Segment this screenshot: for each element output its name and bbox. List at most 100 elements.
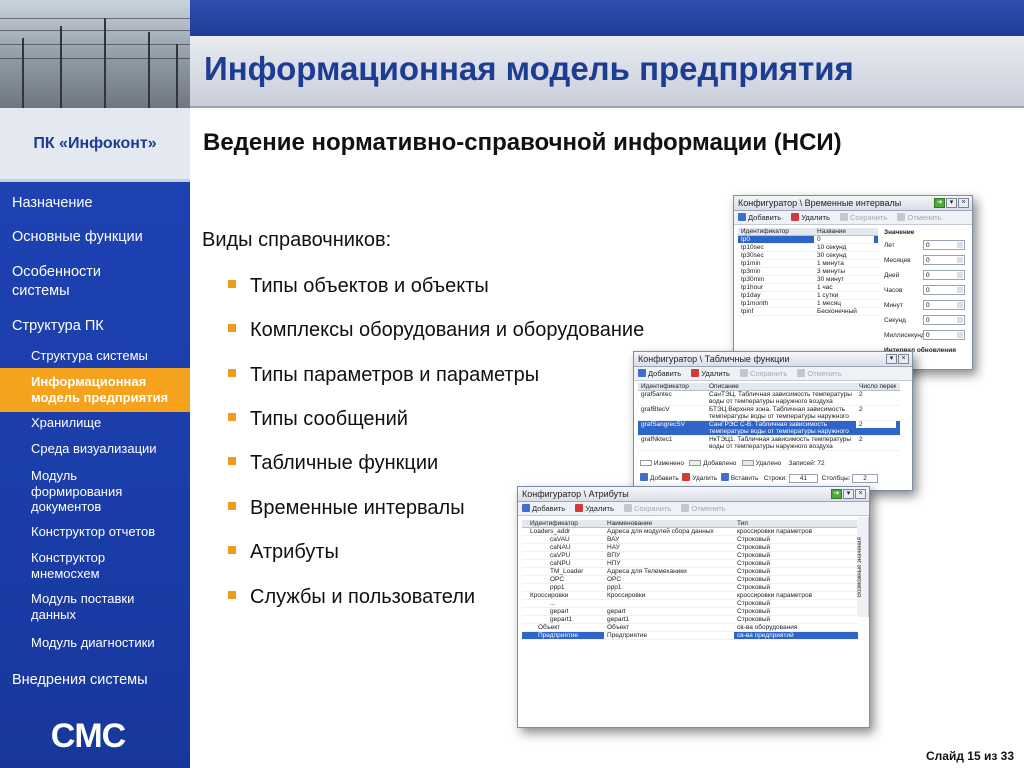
months-input[interactable]: 0 bbox=[923, 255, 965, 265]
bullet-item: Атрибуты bbox=[228, 541, 339, 564]
table-bottom-toolbar: Добавить Удалить Вставить Строки: 41 Сто… bbox=[640, 473, 878, 483]
cancel-button[interactable]: Отменить bbox=[681, 504, 726, 513]
delete-button[interactable]: Удалить bbox=[691, 369, 730, 378]
check-icon bbox=[839, 213, 848, 221]
table-row[interactable]: caNPU НПУ Строковый bbox=[522, 560, 858, 568]
table-row[interactable]: tp1day 1 сутки bbox=[738, 292, 878, 300]
sidebar-subitem-data-supply[interactable]: Модуль поставки данных bbox=[0, 591, 150, 622]
table-row[interactable]: tp30sec 30 секунд bbox=[738, 252, 878, 260]
sidebar-item-deployments[interactable]: Внедрения системы bbox=[0, 671, 190, 690]
column-header: Тип bbox=[737, 520, 748, 527]
field-label: Секунд bbox=[884, 317, 906, 324]
table-row[interactable]: tp3min 3 минуты bbox=[738, 268, 878, 276]
sidebar-subitem-doc-module[interactable]: Модуль формирования документов bbox=[0, 468, 150, 515]
table-row[interactable]: grafNktec1 НкТЭЦ1. Табличная зависимость … bbox=[638, 436, 900, 451]
column-header: Идентификатор bbox=[530, 520, 578, 527]
slide-counter: Слайд 15 из 33 bbox=[926, 749, 1014, 763]
sidebar-item-features[interactable]: Особенности системы bbox=[0, 263, 140, 301]
table-row[interactable]: ... Строковый bbox=[522, 600, 858, 608]
sidebar-subitem-visualization[interactable]: Среда визуализации bbox=[0, 441, 190, 457]
bullet-item: Табличные функции bbox=[228, 452, 438, 475]
run-icon[interactable]: ➔ bbox=[831, 489, 842, 499]
table-row[interactable]: caVAU ВАУ Строковый bbox=[522, 536, 858, 544]
dropdown-icon[interactable]: ▾ bbox=[946, 198, 957, 208]
add-icon bbox=[738, 213, 746, 221]
window-titlebar: Конфигуратор \ Атрибуты ➔ ▾ × bbox=[518, 487, 869, 502]
sidebar-subitem-report-builder[interactable]: Конструктор отчетов bbox=[0, 524, 190, 540]
table-row[interactable]: Предприятие Предприятие св-ва предприятий bbox=[522, 632, 858, 640]
delete-button[interactable]: Удалить bbox=[791, 213, 830, 222]
table-row[interactable]: TM_Loader Адреса для Телемеханики Строковы… bbox=[522, 568, 858, 576]
table-row[interactable]: tp1month 1 месяц bbox=[738, 300, 878, 308]
column-header: Наименование bbox=[607, 520, 653, 527]
run-icon[interactable]: ➔ bbox=[934, 198, 945, 208]
table-row[interactable]: tp10sec 10 секунд bbox=[738, 244, 878, 252]
window-toolbar: Добавить Удалить Сохранить Отменить bbox=[734, 211, 972, 225]
add-button[interactable]: Добавить bbox=[638, 369, 681, 378]
cancel-button[interactable]: Отменить bbox=[797, 369, 842, 378]
table-row[interactable]: grafBtecV БТЭЦ Верхняя зона. Табличная за… bbox=[638, 406, 900, 421]
seconds-input[interactable]: 0 bbox=[923, 315, 965, 325]
legend: Изменено Добавлено Удалено Записей: 72 bbox=[640, 460, 825, 467]
bullet-item: Временные интервалы bbox=[228, 497, 465, 520]
table-row[interactable]: tp0 0 bbox=[738, 236, 878, 244]
sidebar-item-purpose[interactable]: Назначение bbox=[0, 194, 190, 213]
catalog-types-lead: Виды справочников: bbox=[202, 229, 392, 251]
table-row[interactable]: grafSangrecSV СанГРЭС С-В. Табличная зави… bbox=[638, 421, 900, 436]
table-row[interactable]: gepart1 gepart1 Строковый bbox=[522, 616, 858, 624]
possible-values-tab[interactable]: Возможные значения bbox=[857, 517, 869, 617]
dropdown-icon[interactable]: ▾ bbox=[886, 354, 897, 364]
table-insert-button[interactable]: Вставить bbox=[720, 473, 758, 482]
save-button[interactable]: Сохранить bbox=[839, 213, 887, 222]
page-title: Информационная модель предприятия bbox=[204, 50, 854, 87]
table-row[interactable]: caVPU ВПУ Строковый bbox=[522, 552, 858, 560]
sidebar-subitem-mnemo-builder[interactable]: Конструктор мнемосхем bbox=[0, 550, 130, 581]
close-icon[interactable]: × bbox=[855, 489, 866, 499]
delete-icon bbox=[691, 369, 700, 377]
sidebar-heading-label: ПК «Инфоконт» bbox=[33, 134, 157, 152]
dropdown-icon[interactable]: ▾ bbox=[843, 489, 854, 499]
table-row[interactable]: graf5antec СанТЭЦ. Табличная зависимость … bbox=[638, 391, 900, 406]
column-header: Название bbox=[817, 228, 847, 235]
add-button[interactable]: Добавить bbox=[738, 213, 781, 222]
close-icon[interactable]: × bbox=[958, 198, 969, 208]
delete-icon bbox=[575, 504, 584, 512]
table-row[interactable]: Loaders_addr Адреса для модулей сбора дан… bbox=[522, 528, 858, 536]
sidebar-subitem-system-structure[interactable]: Структура системы bbox=[0, 348, 190, 364]
table-delete-button[interactable]: Удалить bbox=[682, 473, 717, 482]
sidebar-subitem-info-model[interactable]: Информационная модель предприятия bbox=[0, 368, 190, 412]
sidebar-subitem-diagnostics[interactable]: Модуль диагностики bbox=[0, 635, 190, 651]
table-row[interactable]: tpinf Бесконечный bbox=[738, 308, 878, 316]
save-button[interactable]: Сохранить bbox=[623, 504, 671, 513]
milliseconds-input[interactable]: 0 bbox=[923, 330, 965, 340]
table-row[interactable]: ppp1 ppp1 Строковый bbox=[522, 584, 858, 592]
table-row[interactable]: tp1min 1 минута bbox=[738, 260, 878, 268]
years-input[interactable]: 0 bbox=[923, 240, 965, 250]
close-icon[interactable]: × bbox=[898, 354, 909, 364]
table-row[interactable]: caNAU НАУ Строковый bbox=[522, 544, 858, 552]
column-header: Описание bbox=[709, 383, 739, 390]
sidebar-item-structure[interactable]: Структура ПК bbox=[0, 317, 190, 336]
table-add-button[interactable]: Добавить bbox=[640, 473, 679, 482]
sidebar-item-functions[interactable]: Основные функции bbox=[0, 228, 190, 247]
cancel-button[interactable]: Отменить bbox=[897, 213, 942, 222]
columns-input[interactable]: 2 bbox=[852, 474, 878, 483]
add-button[interactable]: Добавить bbox=[522, 504, 565, 513]
field-label: Часов bbox=[884, 287, 903, 294]
field-label: Дней bbox=[884, 272, 900, 279]
days-input[interactable]: 0 bbox=[923, 270, 965, 280]
window-titlebar: Конфигуратор \ Табличные функции ▾ × bbox=[634, 352, 912, 367]
field-label: Месяцев bbox=[884, 257, 911, 264]
table-row[interactable]: Кроссировки Кроссировки кроссировки параме… bbox=[522, 592, 858, 600]
table-row[interactable]: tp1hour 1 час bbox=[738, 284, 878, 292]
table-row[interactable]: OPC OPC Строковый bbox=[522, 576, 858, 584]
table-row[interactable]: gepart gepart Строковый bbox=[522, 608, 858, 616]
sidebar-subitem-storage[interactable]: Хранилище bbox=[0, 415, 190, 431]
hours-input[interactable]: 0 bbox=[923, 285, 965, 295]
delete-button[interactable]: Удалить bbox=[575, 504, 614, 513]
table-row[interactable]: Объект Объект св-ва оборудования bbox=[522, 624, 858, 632]
rows-input[interactable]: 41 bbox=[788, 474, 819, 483]
save-button[interactable]: Сохранить bbox=[739, 369, 787, 378]
minutes-input[interactable]: 0 bbox=[923, 300, 965, 310]
table-row[interactable]: tp30min 30 минут bbox=[738, 276, 878, 284]
